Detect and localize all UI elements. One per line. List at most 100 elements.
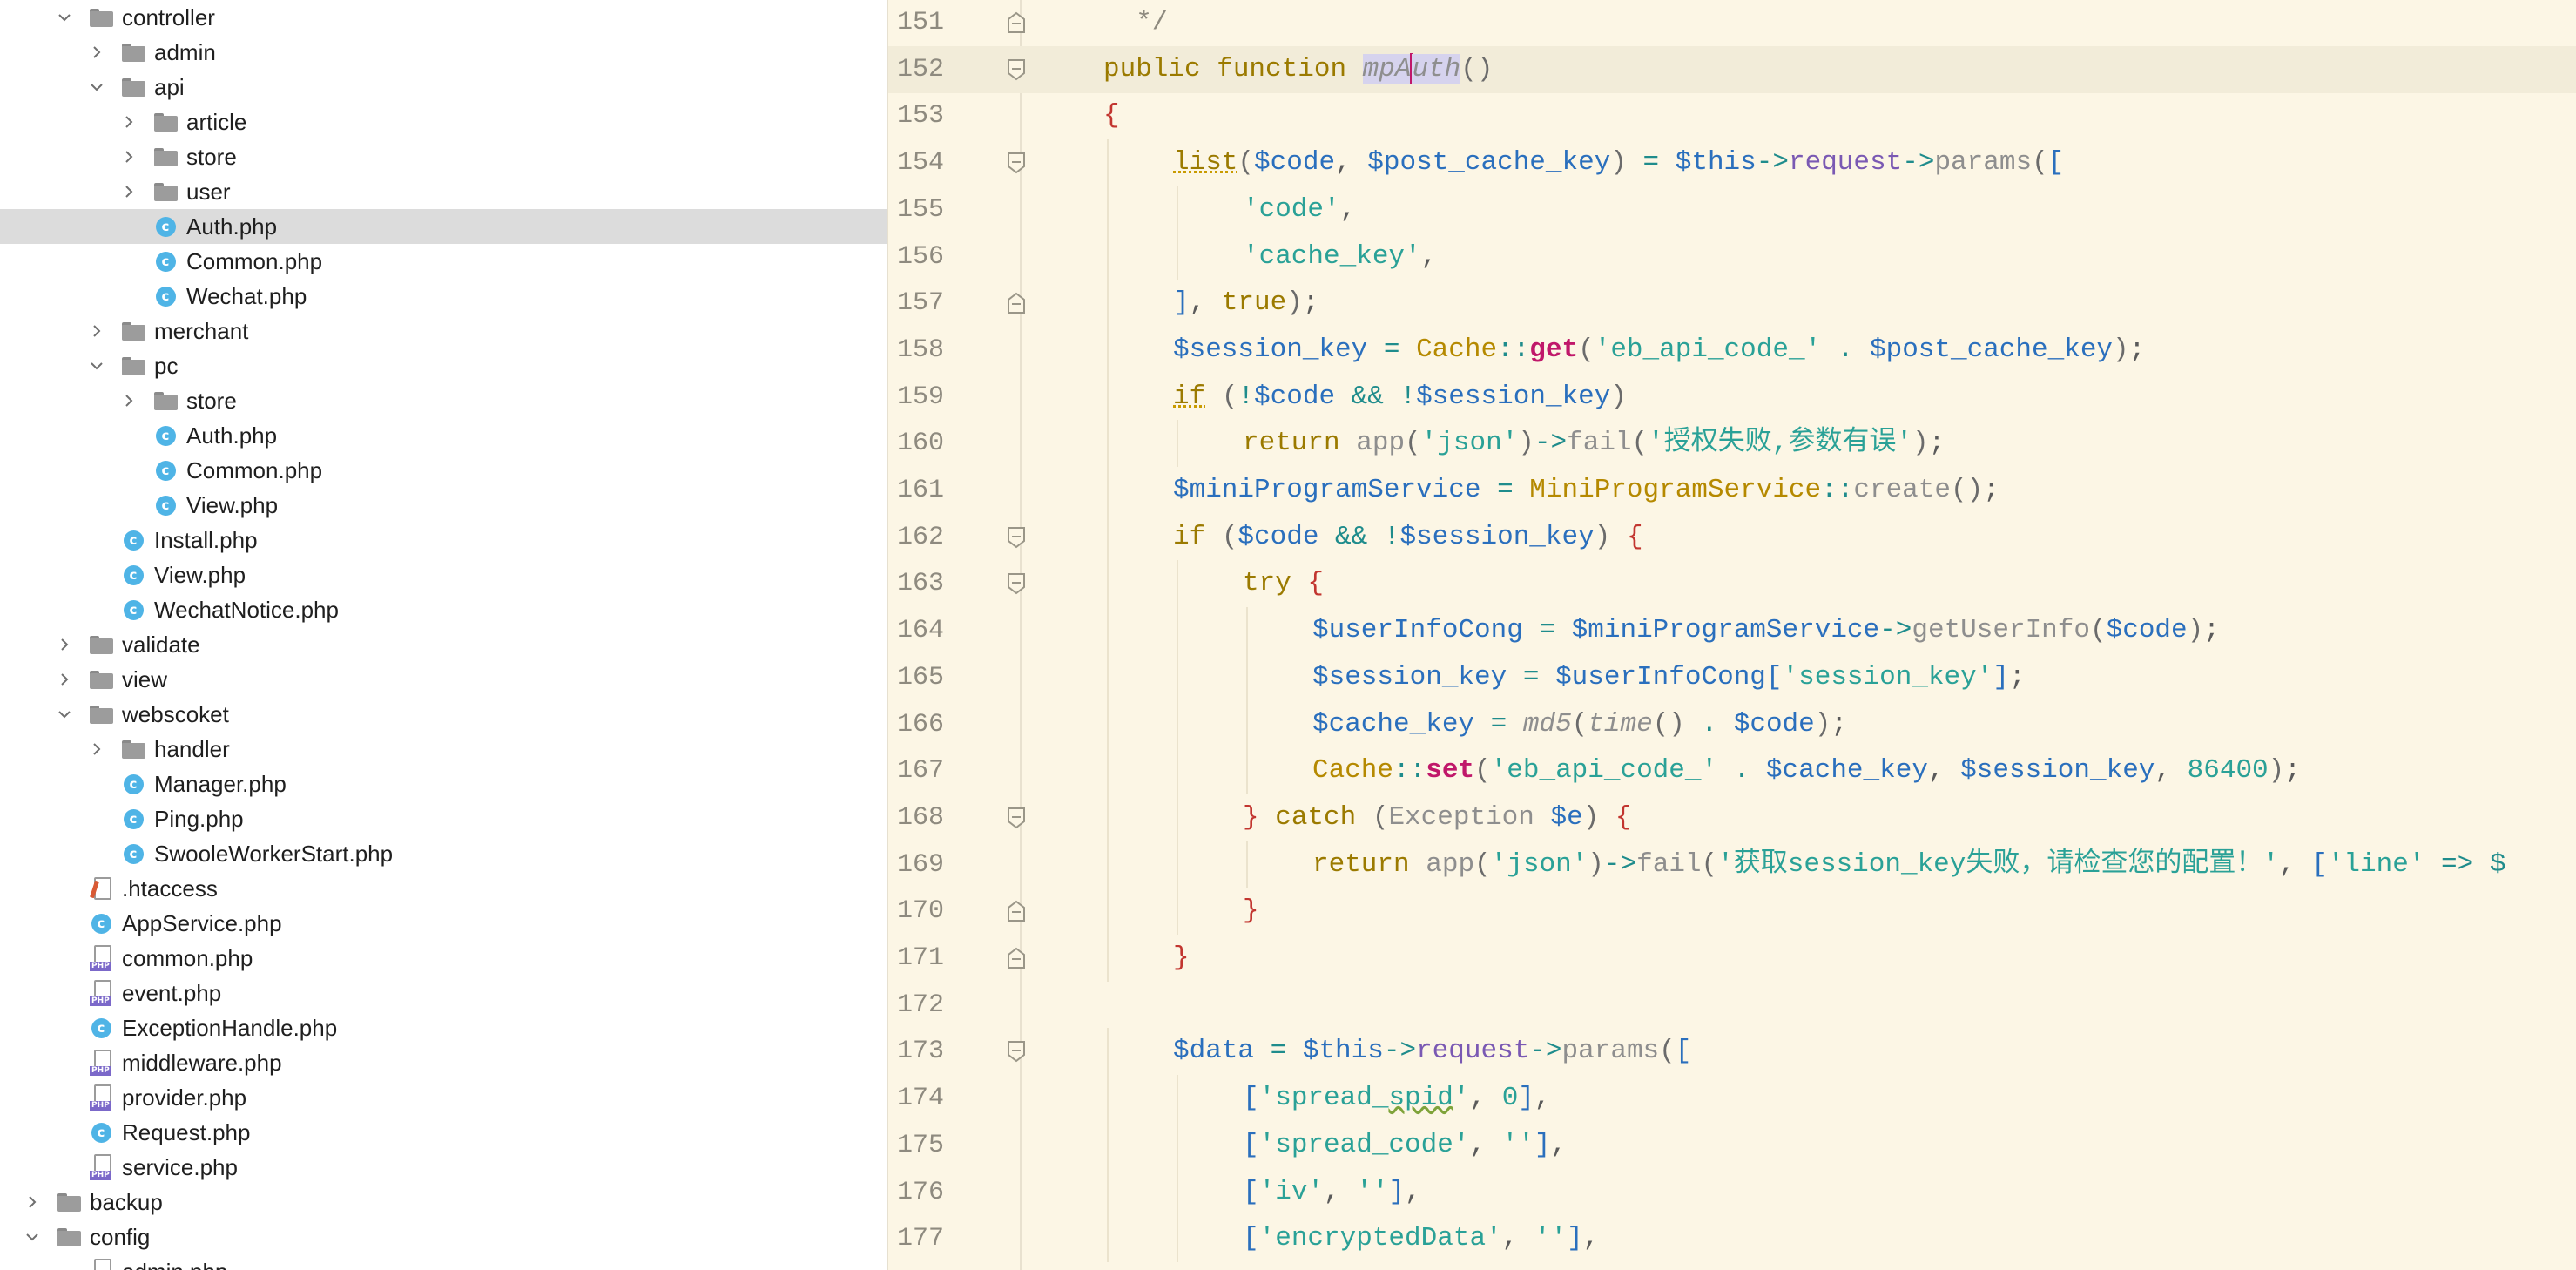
code-line[interactable]: 166 $cache_key = md5(time() . $code); [888, 700, 2576, 748]
fold-collapse-icon[interactable] [1007, 807, 1026, 829]
fold-collapse-icon[interactable] [1007, 572, 1026, 595]
chevron-right-icon[interactable] [84, 732, 109, 767]
chevron-right-icon[interactable] [117, 174, 141, 209]
tree-file-row[interactable]: .htaccess [0, 871, 887, 906]
fold-collapse-icon[interactable] [1007, 1040, 1026, 1063]
chevron-right-icon[interactable] [117, 105, 141, 139]
indent-guide [1107, 935, 1109, 982]
tree-file-row[interactable]: c Common.php [0, 244, 887, 279]
fold-end-icon[interactable] [1007, 947, 1026, 969]
tree-file-row[interactable]: c View.php [0, 557, 887, 592]
code-token: ' [1453, 1083, 1470, 1114]
tree-folder-row[interactable]: user [0, 174, 887, 209]
code-line[interactable]: 163 try { [888, 560, 2576, 608]
tree-file-row[interactable]: PHP provider.php [0, 1080, 887, 1115]
tree-folder-row[interactable]: handler [0, 732, 887, 767]
chevron-down-icon[interactable] [20, 1219, 44, 1254]
code-editor[interactable]: 151 */152 public function mpAuth() 153{154… [888, 0, 2576, 1270]
code-line[interactable]: 168} catch (Exception $e) { [888, 794, 2576, 841]
tree-file-row[interactable]: c ExceptionHandle.php [0, 1010, 887, 1045]
code-line[interactable]: 160 return app('json')->fail('授权失败,参数有误')… [888, 420, 2576, 468]
fold-end-icon[interactable] [1007, 900, 1026, 922]
tree-folder-row[interactable]: store [0, 383, 887, 418]
chevron-down-icon[interactable] [52, 697, 77, 732]
code-line[interactable]: 170} [888, 888, 2576, 936]
code-line[interactable]: 164 $userInfoCong = $miniProgramService->… [888, 607, 2576, 655]
chevron-down-icon[interactable] [84, 348, 109, 383]
tree-folder-row[interactable]: validate [0, 627, 887, 662]
code-line[interactable]: 174 ['spread_spid', 0], [888, 1075, 2576, 1123]
indent-guide [1107, 888, 1109, 936]
line-number: 169 [896, 849, 944, 880]
fold-collapse-icon[interactable] [1007, 58, 1026, 81]
chevron-right-icon[interactable] [84, 314, 109, 348]
code-token: ] [1173, 287, 1190, 319]
tree-folder-row[interactable]: webscoket [0, 697, 887, 732]
tree-file-row[interactable]: c View.php [0, 488, 887, 523]
tree-file-row[interactable]: c WechatNotice.php [0, 592, 887, 627]
code-line[interactable]: 162 if ($code && !$session_key) { [888, 513, 2576, 561]
tree-file-row[interactable]: c Auth.php [0, 418, 887, 453]
code-line[interactable]: 156 'cache_key', [888, 233, 2576, 280]
chevron-right-icon[interactable] [52, 662, 77, 697]
tree-folder-row[interactable]: article [0, 105, 887, 139]
fold-collapse-icon[interactable] [1007, 152, 1026, 174]
code-line[interactable]: 165 $session_key = $userInfoCong['session… [888, 653, 2576, 701]
code-line[interactable]: 155 'code', [888, 186, 2576, 233]
php-class-icon: c [153, 209, 178, 244]
fold-end-icon[interactable] [1007, 292, 1026, 314]
code-line[interactable]: 151 */ [888, 0, 2576, 46]
tree-file-row[interactable]: c Ping.php [0, 801, 887, 836]
tree-file-row[interactable]: PHP common.php [0, 941, 887, 976]
tree-file-row[interactable]: PHP event.php [0, 976, 887, 1010]
tree-file-row[interactable]: PHP admin.php [0, 1254, 887, 1270]
code-line[interactable]: 159 if (!$code && !$session_key) [888, 373, 2576, 421]
code-line[interactable]: 177 ['encryptedData', ''], [888, 1215, 2576, 1263]
code-line[interactable]: 152 public function mpAuth() [888, 45, 2576, 93]
tree-folder-row[interactable]: controller [0, 0, 887, 35]
code-line[interactable]: 161 $miniProgramService = MiniProgramServ… [888, 467, 2576, 514]
code-line[interactable]: 171} [888, 935, 2576, 982]
indent-guide [1177, 420, 1178, 468]
tree-folder-row[interactable]: store [0, 139, 887, 174]
code-token: ( [1571, 708, 1588, 740]
fold-collapse-icon[interactable] [1007, 526, 1026, 549]
fold-end-icon[interactable] [1007, 11, 1026, 34]
code-line[interactable]: 175 ['spread_code', ''], [888, 1121, 2576, 1169]
code-line[interactable]: 169 return app('json')->fail('获取session_k… [888, 841, 2576, 888]
tree-folder-row[interactable]: api [0, 70, 887, 105]
code-token: ) [1582, 801, 1615, 833]
code-line[interactable]: 153 { [888, 92, 2576, 139]
tree-file-row[interactable]: c SwooleWorkerStart.php [0, 836, 887, 871]
chevron-down-icon[interactable] [52, 0, 77, 35]
tree-file-row[interactable]: c AppService.php [0, 906, 887, 941]
tree-folder-row[interactable]: pc [0, 348, 887, 383]
chevron-right-icon[interactable] [52, 627, 77, 662]
code-line[interactable]: 173 $data = $this->request->params([ [888, 1028, 2576, 1076]
tree-file-row[interactable]: c Manager.php [0, 767, 887, 801]
tree-file-row[interactable]: c Wechat.php [0, 279, 887, 314]
code-line[interactable]: 176 ['iv', ''], [888, 1168, 2576, 1216]
tree-file-row[interactable]: c Install.php [0, 523, 887, 557]
code-line[interactable]: 167 Cache::set('eb_api_code_' . $cache_ke… [888, 747, 2576, 795]
tree-folder-row[interactable]: merchant [0, 314, 887, 348]
tree-file-row[interactable]: c Auth.php [0, 209, 887, 244]
tree-file-row[interactable]: c Common.php [0, 453, 887, 488]
tree-file-row[interactable]: c Request.php [0, 1115, 887, 1150]
tree-folder-row[interactable]: config [0, 1219, 887, 1254]
chevron-right-icon[interactable] [84, 35, 109, 70]
tree-folder-row[interactable]: admin [0, 35, 887, 70]
tree-folder-row[interactable]: backup [0, 1185, 887, 1219]
code-line[interactable]: 154 list($code, $post_cache_key) = $this-… [888, 139, 2576, 187]
code-line[interactable]: 158 $session_key = Cache::get('eb_api_cod… [888, 326, 2576, 374]
chevron-right-icon[interactable] [20, 1185, 44, 1219]
code-line[interactable]: 157], true); [888, 280, 2576, 328]
tree-file-row[interactable]: PHP service.php [0, 1150, 887, 1185]
tree-file-row[interactable]: PHP middleware.php [0, 1045, 887, 1080]
chevron-right-icon[interactable] [117, 383, 141, 418]
tree-folder-row[interactable]: view [0, 662, 887, 697]
chevron-down-icon[interactable] [84, 70, 109, 105]
code-line[interactable]: 172 [888, 982, 2576, 1029]
code-token: 'json' [1420, 428, 1519, 459]
chevron-right-icon[interactable] [117, 139, 141, 174]
